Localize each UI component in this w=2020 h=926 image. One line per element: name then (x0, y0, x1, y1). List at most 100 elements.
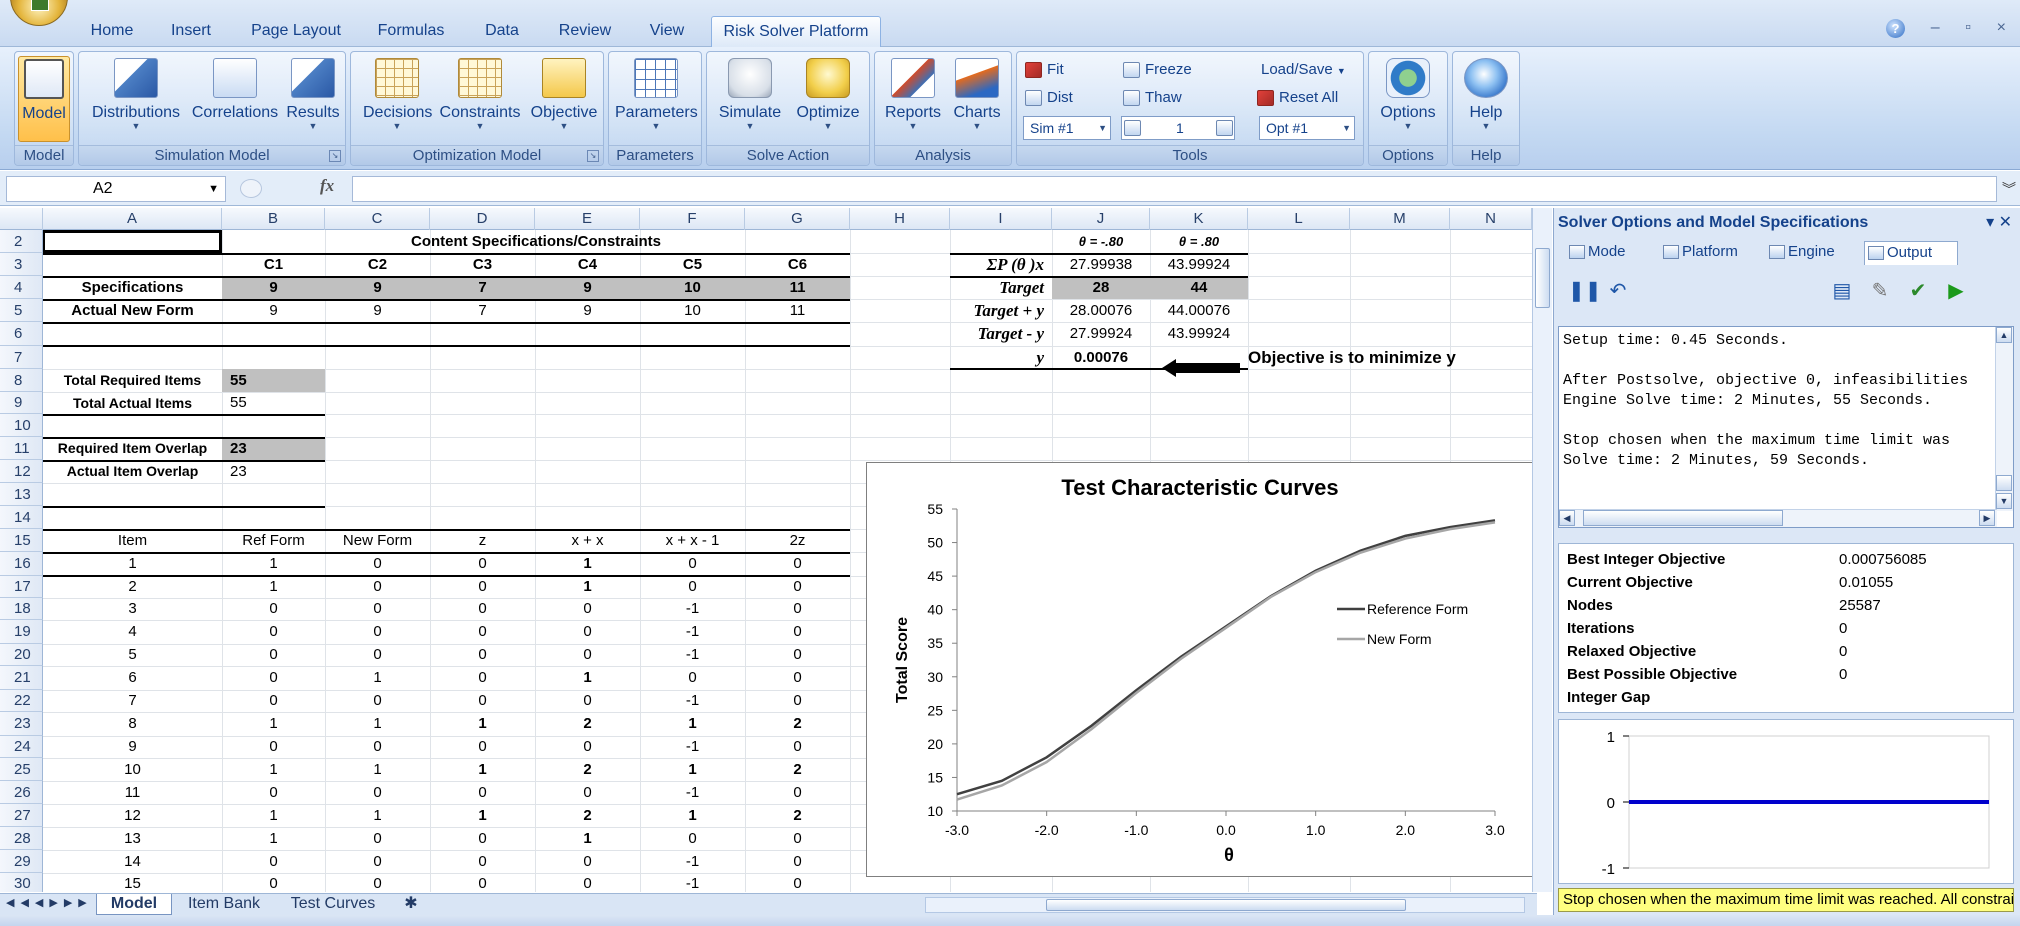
item-cell[interactable]: 0 (430, 620, 535, 644)
calc-k-2[interactable]: 44 (1150, 276, 1248, 299)
item-cell[interactable]: 5 (43, 644, 222, 666)
item-cell[interactable]: 15 (43, 873, 222, 892)
optimize-button[interactable]: Optimize ▼ (791, 56, 865, 131)
pause-icon[interactable]: ❚❚ (1568, 279, 1602, 303)
column-header-m[interactable]: M (1350, 208, 1450, 230)
item-cell[interactable]: 0 (745, 736, 850, 758)
item-cell[interactable]: 0 (222, 620, 325, 644)
dialog-launcher-icon[interactable]: ↘ (329, 150, 341, 162)
item-cell[interactable]: 0 (745, 598, 850, 620)
expand-formula-bar-icon[interactable]: ︾ (2002, 179, 2016, 199)
item-cell[interactable]: 0 (640, 827, 745, 850)
row-header-12[interactable]: 12 (0, 460, 43, 483)
actual-new-form-label[interactable]: Actual New Form (43, 299, 222, 322)
item-cell[interactable]: -1 (640, 736, 745, 758)
item-cell[interactable]: 0 (222, 598, 325, 620)
item-header-2[interactable]: Ref Form (222, 529, 325, 552)
row-header-17[interactable]: 17 (0, 576, 43, 598)
copy-icon[interactable]: ▤ (1830, 279, 1854, 303)
spec-value-6[interactable]: 11 (745, 276, 850, 299)
insert-function-icon[interactable]: fx (320, 176, 334, 196)
sheet-nav-arrows-icon[interactable]: ◀◀◀▶▶▶ (6, 896, 93, 909)
item-cell[interactable]: 14 (43, 850, 222, 873)
row-header-8[interactable]: 8 (0, 369, 43, 392)
minimize-icon[interactable]: – (1931, 19, 1940, 37)
item-cell[interactable]: 1 (222, 804, 325, 827)
actual-value-4[interactable]: 9 (535, 299, 640, 322)
item-header-6[interactable]: x + x - 1 (640, 529, 745, 552)
item-cell[interactable]: 6 (43, 666, 222, 690)
item-cell[interactable]: 0 (222, 736, 325, 758)
item-cell[interactable]: 0 (430, 666, 535, 690)
office-button[interactable] (10, 0, 68, 26)
item-cell[interactable]: 1 (430, 804, 535, 827)
item-cell[interactable]: 1 (222, 758, 325, 781)
item-cell[interactable]: 0 (535, 690, 640, 712)
item-cell[interactable]: 0 (325, 827, 430, 850)
column-header-l[interactable]: L (1248, 208, 1350, 230)
item-cell[interactable]: 1 (640, 804, 745, 827)
item-cell[interactable]: 0 (325, 576, 430, 598)
test-characteristic-curves-chart[interactable]: Test Characteristic Curves 10 15 20 25 30 35 40… (866, 462, 1534, 877)
row-header-3[interactable]: 3 (0, 253, 43, 276)
item-cell[interactable]: 4 (43, 620, 222, 644)
column-header-g[interactable]: G (745, 208, 850, 230)
item-header-7[interactable]: 2z (745, 529, 850, 552)
column-header-j[interactable]: J (1052, 208, 1150, 230)
item-cell[interactable]: 0 (745, 620, 850, 644)
row-header-11[interactable]: 11 (0, 437, 43, 460)
tab-risk-solver-platform[interactable]: Risk Solver Platform (711, 16, 881, 47)
calc-j-5[interactable]: 0.00076 (1052, 346, 1150, 369)
item-cell[interactable]: -1 (640, 781, 745, 804)
row-header-9[interactable]: 9 (0, 392, 43, 414)
thaw-button[interactable]: Thaw (1121, 86, 1182, 110)
reset-all-button[interactable]: Reset All (1255, 86, 1338, 110)
row-header-10[interactable]: 10 (0, 414, 43, 437)
total-value-3[interactable]: 23 (222, 437, 325, 460)
undo-icon[interactable]: ↶ (1606, 279, 1630, 303)
item-cell[interactable]: 1 (325, 666, 430, 690)
item-cell[interactable]: 0 (535, 781, 640, 804)
spec-value-2[interactable]: 9 (325, 276, 430, 299)
item-cell[interactable]: 0 (325, 850, 430, 873)
options-button[interactable]: Options ▼ (1375, 56, 1441, 131)
item-cell[interactable]: 0 (640, 552, 745, 576)
erase-icon[interactable]: ✎ (1868, 279, 1892, 303)
output-vertical-scrollbar[interactable]: ▲ ▼ (1995, 327, 2013, 511)
item-cell[interactable]: 0 (535, 736, 640, 758)
item-cell[interactable]: 0 (325, 644, 430, 666)
spec-header-4[interactable]: C4 (535, 253, 640, 276)
item-cell[interactable]: 0 (430, 736, 535, 758)
sheet-tab-test-curves[interactable]: Test Curves (278, 894, 388, 915)
item-cell[interactable]: 0 (430, 850, 535, 873)
row-header-29[interactable]: 29 (0, 850, 43, 873)
item-cell[interactable]: 0 (222, 873, 325, 892)
item-cell[interactable]: 2 (745, 712, 850, 736)
item-cell[interactable]: 1 (325, 804, 430, 827)
actual-value-2[interactable]: 9 (325, 299, 430, 322)
calc-label-3[interactable]: Target + y (950, 299, 1052, 322)
column-header-i[interactable]: I (950, 208, 1052, 230)
item-cell[interactable]: 7 (43, 690, 222, 712)
select-all-corner[interactable] (0, 208, 43, 230)
pane-tab-mode[interactable]: Mode (1566, 241, 1656, 265)
total-value-1[interactable]: 55 (222, 369, 325, 392)
item-cell[interactable]: -1 (640, 644, 745, 666)
sheet-tab-item-bank[interactable]: Item Bank (176, 894, 272, 915)
spec-header-3[interactable]: C3 (430, 253, 535, 276)
fit-button[interactable]: Fit (1023, 58, 1064, 82)
calc-j-4[interactable]: 27.99924 (1052, 322, 1150, 346)
parameters-button[interactable]: Parameters ▼ (615, 56, 698, 131)
column-header-b[interactable]: B (222, 208, 325, 230)
sim-number-stepper[interactable]: 1 (1121, 116, 1235, 140)
column-header-h[interactable]: H (850, 208, 950, 230)
row-header-13[interactable]: 13 (0, 483, 43, 506)
row-header-18[interactable]: 18 (0, 598, 43, 620)
item-cell[interactable]: 1 (222, 552, 325, 576)
scroll-up-icon[interactable]: ▲ (1996, 327, 2012, 343)
row-header-7[interactable]: 7 (0, 346, 43, 369)
row-header-26[interactable]: 26 (0, 781, 43, 804)
item-cell[interactable]: 0 (745, 781, 850, 804)
column-header-f[interactable]: F (640, 208, 745, 230)
spec-header-2[interactable]: C2 (325, 253, 430, 276)
